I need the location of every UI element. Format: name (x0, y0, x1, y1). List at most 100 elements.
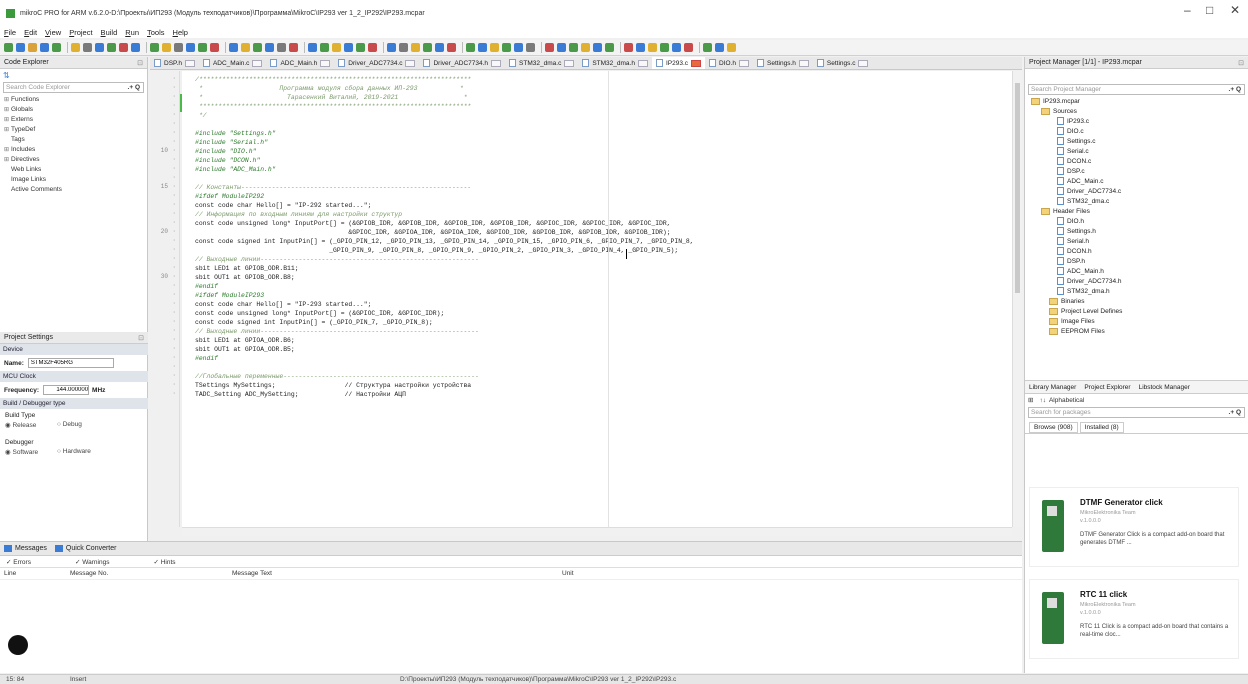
toolbar-button[interactable] (265, 43, 274, 52)
expand-icon[interactable]: ⊞ (4, 106, 11, 113)
header-file[interactable]: Serial.h (1025, 236, 1248, 246)
device-name-select[interactable] (27, 358, 114, 368)
tab-close-icon[interactable] (320, 59, 331, 67)
toolbar-button[interactable] (289, 43, 298, 52)
toolbar-button[interactable] (545, 43, 554, 52)
editor-tab[interactable]: ADC_Main.h (266, 57, 334, 69)
search-icon[interactable]: .+ Q (1229, 86, 1241, 93)
grid-icon[interactable]: ⊞ (1028, 396, 1033, 404)
code-explorer-item[interactable]: Tags (0, 134, 147, 144)
header-file[interactable]: DIO.h (1025, 216, 1248, 226)
toolbar-button[interactable] (150, 43, 159, 52)
toolbar-button[interactable] (636, 43, 645, 52)
toolbar-button[interactable] (411, 43, 420, 52)
toolbar-button[interactable] (684, 43, 693, 52)
toolbar-button[interactable] (557, 43, 566, 52)
col-message-no[interactable]: Message No. (70, 570, 108, 577)
toolbar-button[interactable] (162, 43, 171, 52)
toolbar-button[interactable] (648, 43, 657, 52)
search-icon[interactable]: .+ Q (1229, 409, 1241, 416)
toolbar-button[interactable] (727, 43, 736, 52)
header-file[interactable]: ADC_Main.h (1025, 266, 1248, 276)
debug-radio[interactable]: ○ Debug (57, 421, 82, 429)
toolbar-button[interactable] (387, 43, 396, 52)
frequency-input[interactable] (43, 385, 90, 395)
tab-library-manager[interactable]: Library Manager (1029, 384, 1076, 391)
editor-vertical-scrollbar[interactable] (1012, 71, 1022, 527)
toolbar-button[interactable] (526, 43, 535, 52)
device-section[interactable]: Device (0, 344, 148, 355)
source-file[interactable]: DCON.c (1025, 156, 1248, 166)
package-card[interactable]: RTC 11 click MikroElektronika Team v.1.0.0… (1029, 579, 1239, 659)
build-type-section[interactable]: Build / Debugger type (0, 398, 148, 409)
code-explorer-item[interactable]: ⊞ Externs (0, 114, 147, 124)
source-file[interactable]: IP293.c (1025, 116, 1248, 126)
editor-tab[interactable]: ADC_Main.c (199, 57, 266, 69)
toolbar-button[interactable] (672, 43, 681, 52)
tab-close-icon[interactable] (252, 59, 263, 67)
toolbar-button[interactable] (210, 43, 219, 52)
tab-messages[interactable]: Messages (4, 545, 47, 552)
tab-close-icon[interactable] (564, 59, 575, 67)
menu-build[interactable]: Build (101, 28, 118, 37)
code-explorer-item[interactable]: Web Links (0, 164, 147, 174)
toolbar-button[interactable] (624, 43, 633, 52)
editor-tab[interactable]: Settings.c (813, 57, 873, 69)
menu-project[interactable]: Project (69, 28, 92, 37)
hints-filter[interactable]: ✓ Hints (153, 558, 197, 566)
scroll-thumb[interactable] (1015, 83, 1020, 293)
source-file[interactable]: ADC_Main.c (1025, 176, 1248, 186)
project-manager-search[interactable]: Search Project Manager .+ Q (1028, 84, 1245, 95)
editor-tab[interactable]: Settings.h (753, 57, 813, 69)
toolbar-button[interactable] (466, 43, 475, 52)
folder-headers[interactable]: Header Files (1025, 206, 1248, 216)
toolbar-button[interactable] (356, 43, 365, 52)
sort-icon[interactable]: ↑↓ (1039, 397, 1046, 404)
expand-icon[interactable]: ⊞ (4, 146, 11, 153)
toolbar-button[interactable] (344, 43, 353, 52)
tab-installed[interactable]: Installed (8) (1079, 422, 1124, 433)
toolbar-button[interactable] (107, 43, 116, 52)
tab-close-icon[interactable] (858, 59, 869, 67)
code-explorer-item[interactable]: ⊞ Functions (0, 94, 147, 104)
toolbar-button[interactable] (4, 43, 13, 52)
tab-libstock-manager[interactable]: Libstock Manager (1139, 384, 1190, 391)
mcu-clock-section[interactable]: MCU Clock (0, 371, 148, 382)
pin-icon[interactable]: ⊡ (1238, 59, 1244, 67)
source-file[interactable]: Settings.c (1025, 136, 1248, 146)
menu-edit[interactable]: Edit (24, 28, 37, 37)
toolbar-button[interactable] (490, 43, 499, 52)
source-file[interactable]: Serial.c (1025, 146, 1248, 156)
menu-view[interactable]: View (45, 28, 61, 37)
toolbar-button[interactable] (478, 43, 487, 52)
tab-close-icon[interactable] (691, 59, 702, 67)
code-explorer-item[interactable]: Image Links (0, 174, 147, 184)
folder-sources[interactable]: Sources (1025, 106, 1248, 116)
project-folder[interactable]: Project Level Defines (1025, 306, 1248, 316)
toolbar-button[interactable] (435, 43, 444, 52)
expand-icon[interactable]: ⊞ (4, 96, 11, 103)
menu-run[interactable]: Run (125, 28, 139, 37)
toolbar-button[interactable] (715, 43, 724, 52)
toolbar-button[interactable] (52, 43, 61, 52)
minimize-button[interactable]: – (1184, 3, 1191, 17)
tab-close-icon[interactable] (637, 59, 648, 67)
toolbar-button[interactable] (368, 43, 377, 52)
toolbar-button[interactable] (198, 43, 207, 52)
sort-icon[interactable]: ⇅ (3, 71, 10, 80)
code-explorer-search[interactable]: Search Code Explorer .+ Q (3, 82, 144, 93)
toolbar-button[interactable] (28, 43, 37, 52)
editor-tab[interactable]: IP293.c (651, 57, 706, 69)
tab-close-icon[interactable] (739, 59, 749, 67)
search-icon[interactable]: .+ Q (128, 84, 140, 91)
toolbar-button[interactable] (447, 43, 456, 52)
editor-tab[interactable]: STM32_dma.h (578, 57, 652, 69)
tab-browse[interactable]: Browse (908) (1029, 422, 1078, 433)
maximize-button[interactable]: □ (1206, 3, 1213, 17)
toolbar-button[interactable] (308, 43, 317, 52)
toolbar-button[interactable] (660, 43, 669, 52)
library-search[interactable]: Search for packages .+ Q (1028, 407, 1245, 418)
toolbar-button[interactable] (71, 43, 80, 52)
menu-file[interactable]: File (4, 28, 16, 37)
toolbar-button[interactable] (83, 43, 92, 52)
